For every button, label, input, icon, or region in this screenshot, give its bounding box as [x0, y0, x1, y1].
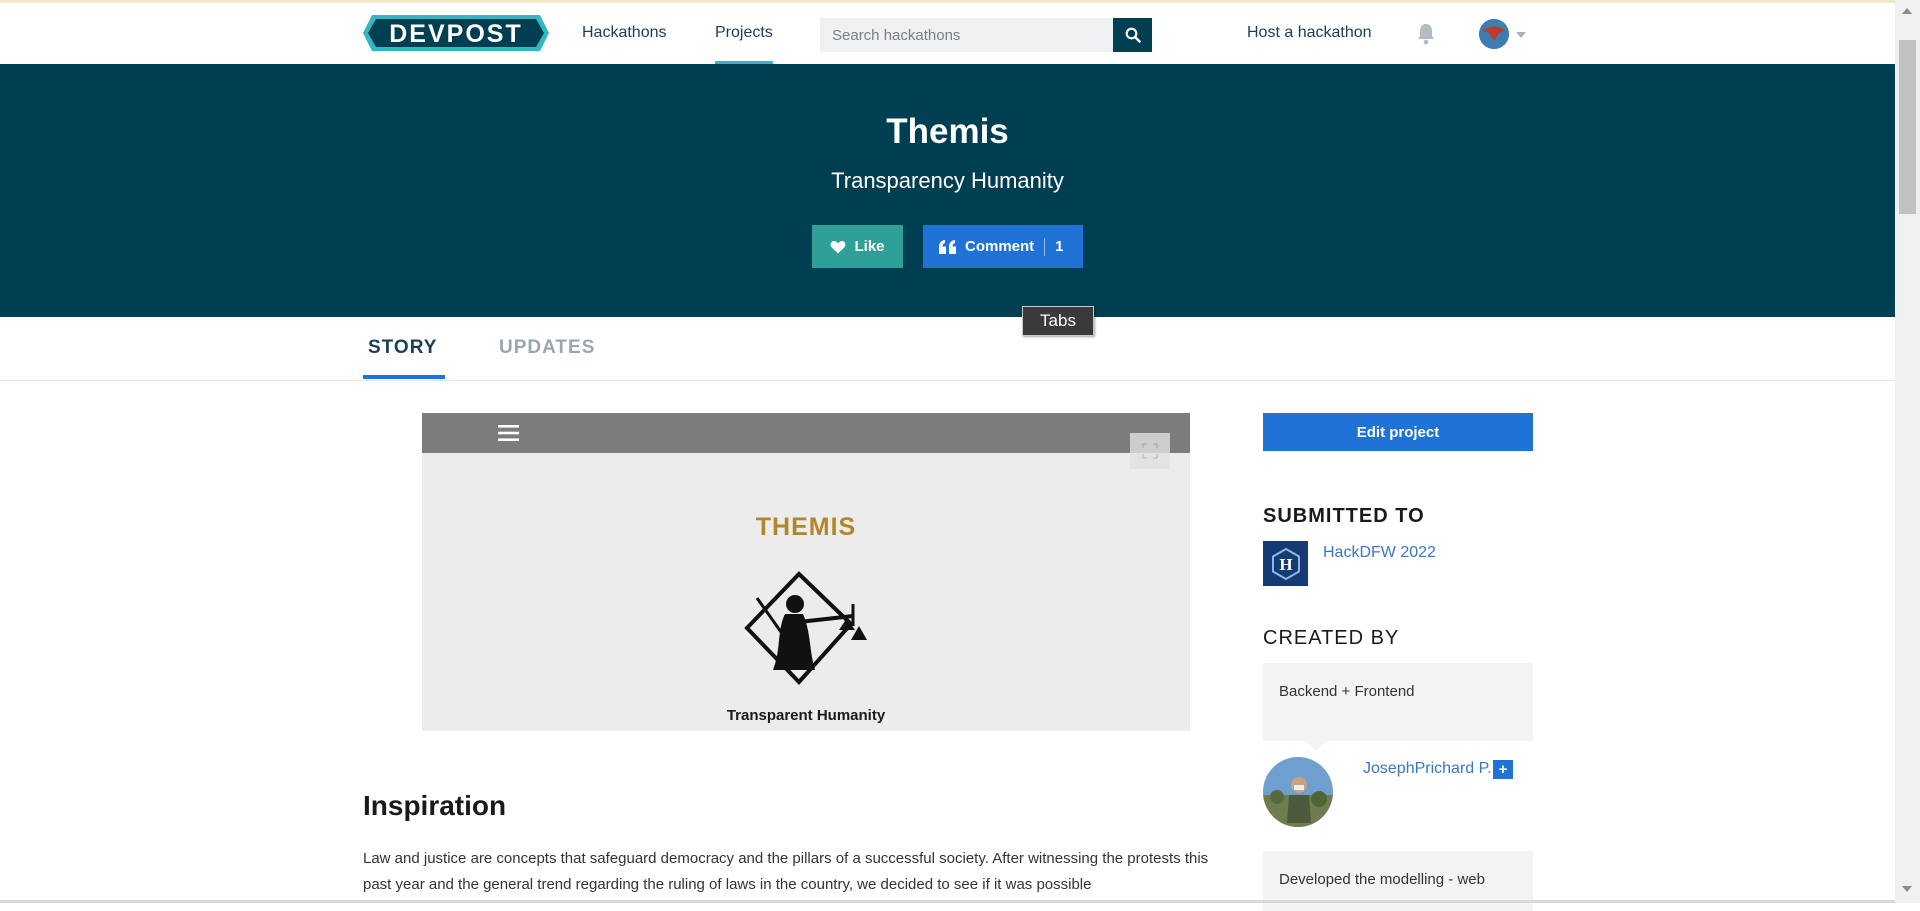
hackdfw-logo-icon: H [1271, 547, 1300, 580]
slide-title: THEMIS [755, 513, 857, 541]
user-menu-chevron-down-icon[interactable] [1516, 32, 1526, 38]
user-avatar-image [1479, 19, 1509, 49]
project-header: Themis Transparency Humanity Like Commen… [0, 64, 1895, 317]
page-scrollbar[interactable] [1895, 0, 1920, 903]
hamburger-menu-icon[interactable] [498, 425, 519, 441]
project-title: Themis [886, 112, 1009, 151]
hackathon-link[interactable]: HackDFW 2022 [1323, 544, 1436, 562]
quote-icon [939, 239, 956, 254]
member-role-text: Backend + Frontend [1279, 683, 1415, 700]
scroll-down-arrow-icon[interactable] [1902, 886, 1912, 892]
like-button[interactable]: Like [812, 225, 903, 268]
fullscreen-button[interactable] [1130, 433, 1170, 469]
tab-story[interactable]: STORY [368, 337, 437, 359]
like-label: Like [854, 238, 885, 255]
role-card-pointer [1306, 741, 1326, 751]
logo-text: DEVPOST [389, 20, 522, 48]
project-tabs: STORY UPDATES [0, 317, 1895, 381]
host-hackathon-link[interactable]: Host a hackathon [1247, 24, 1372, 42]
slide-caption: Transparent Humanity [726, 707, 886, 724]
fullscreen-icon [1142, 443, 1158, 459]
navbar: DEVPOST Hackathons Projects Host a hacka… [0, 3, 1895, 64]
gallery-toolbar [422, 413, 1190, 453]
member-role-card: Backend + Frontend [1263, 663, 1533, 741]
nav-hackathons-link[interactable]: Hackathons [582, 24, 667, 42]
comment-count: 1 [1055, 238, 1064, 255]
follow-member-button[interactable]: + [1493, 760, 1513, 779]
user-avatar[interactable] [1479, 19, 1509, 49]
search-icon [1125, 27, 1141, 43]
member-photo [1263, 757, 1333, 827]
scrollbar-thumb[interactable] [1899, 40, 1916, 214]
comment-button[interactable]: Comment 1 [923, 225, 1083, 268]
member-role-text: Developed the modelling - web [1279, 871, 1485, 888]
search-input[interactable] [820, 18, 1113, 52]
nav-projects-link[interactable]: Projects [715, 24, 773, 42]
inspiration-paragraph: Law and justice are concepts that safegu… [363, 850, 1209, 893]
themis-justice-icon [744, 571, 867, 685]
hackathon-thumbnail[interactable]: H [1263, 541, 1308, 586]
tab-updates[interactable]: UPDATES [499, 337, 595, 359]
hackdfw-logo-letter: H [1279, 555, 1292, 574]
heart-icon [831, 240, 846, 253]
project-gallery[interactable]: THEMIS Transparent Humanity [422, 413, 1190, 731]
tooltip: Tabs [1022, 306, 1094, 336]
member-avatar[interactable] [1263, 757, 1333, 827]
comment-divider [1044, 237, 1046, 256]
edit-project-button[interactable]: Edit project [1263, 413, 1533, 451]
created-by-heading: CREATED BY [1263, 627, 1400, 649]
comment-label: Comment [965, 238, 1035, 255]
section-heading-inspiration: Inspiration [363, 790, 507, 821]
member-name-link[interactable]: JosephPrichard P. [1363, 760, 1492, 778]
tab-active-indicator [363, 375, 445, 379]
project-tagline: Transparency Humanity [831, 168, 1064, 193]
search-button[interactable] [1113, 18, 1152, 52]
search-form [820, 18, 1152, 52]
submitted-to-heading: SUBMITTED TO [1263, 505, 1425, 527]
scroll-up-arrow-icon[interactable] [1902, 8, 1912, 14]
notifications-bell-icon[interactable] [1416, 23, 1436, 45]
devpost-logo[interactable]: DEVPOST [363, 15, 549, 51]
